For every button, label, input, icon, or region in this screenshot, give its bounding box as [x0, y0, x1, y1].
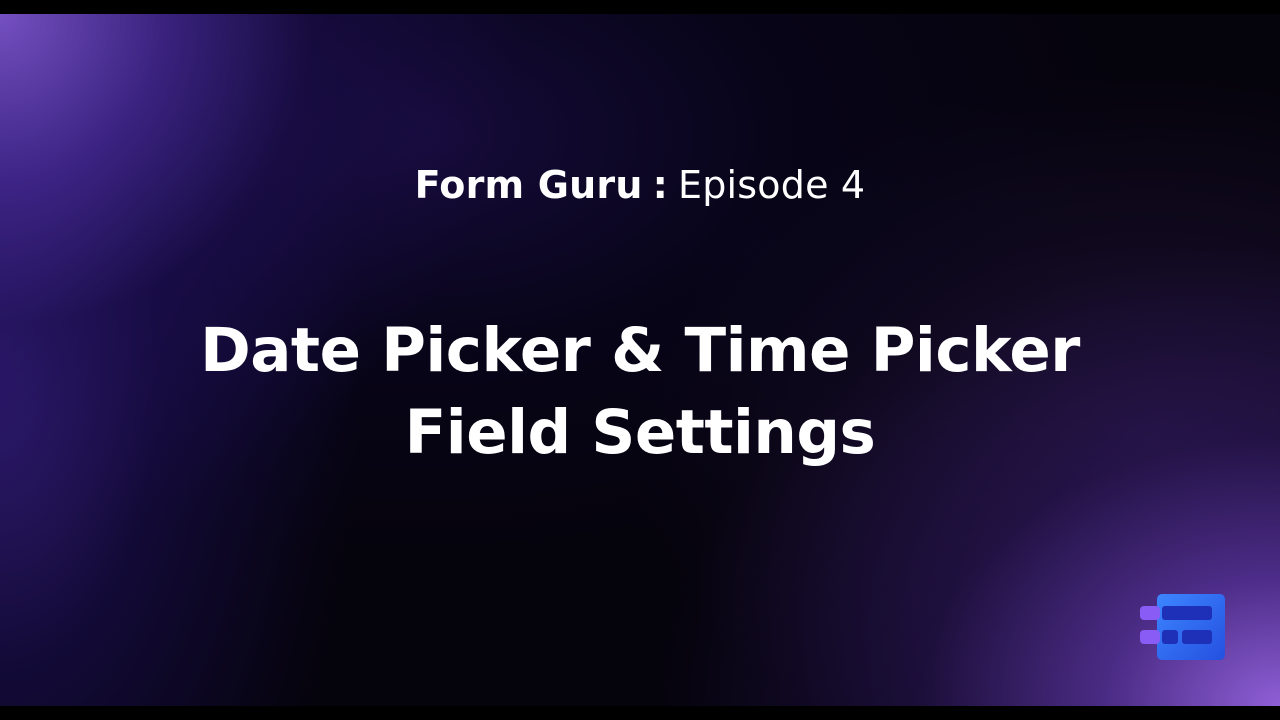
form-builder-logo-icon — [1140, 594, 1225, 660]
heading-separator: : — [652, 163, 669, 207]
series-name: Form Guru — [414, 163, 643, 207]
episode-heading: Form Guru: Episode 4 — [0, 160, 1280, 210]
episode-title: Date Picker & Time Picker Field Settings — [0, 310, 1280, 474]
episode-label: Episode 4 — [678, 163, 866, 207]
video-frame: Form Guru: Episode 4 Date Picker & Time P… — [0, 14, 1280, 706]
title-line-1: Date Picker & Time Picker — [200, 315, 1080, 386]
title-line-2: Field Settings — [404, 397, 876, 468]
